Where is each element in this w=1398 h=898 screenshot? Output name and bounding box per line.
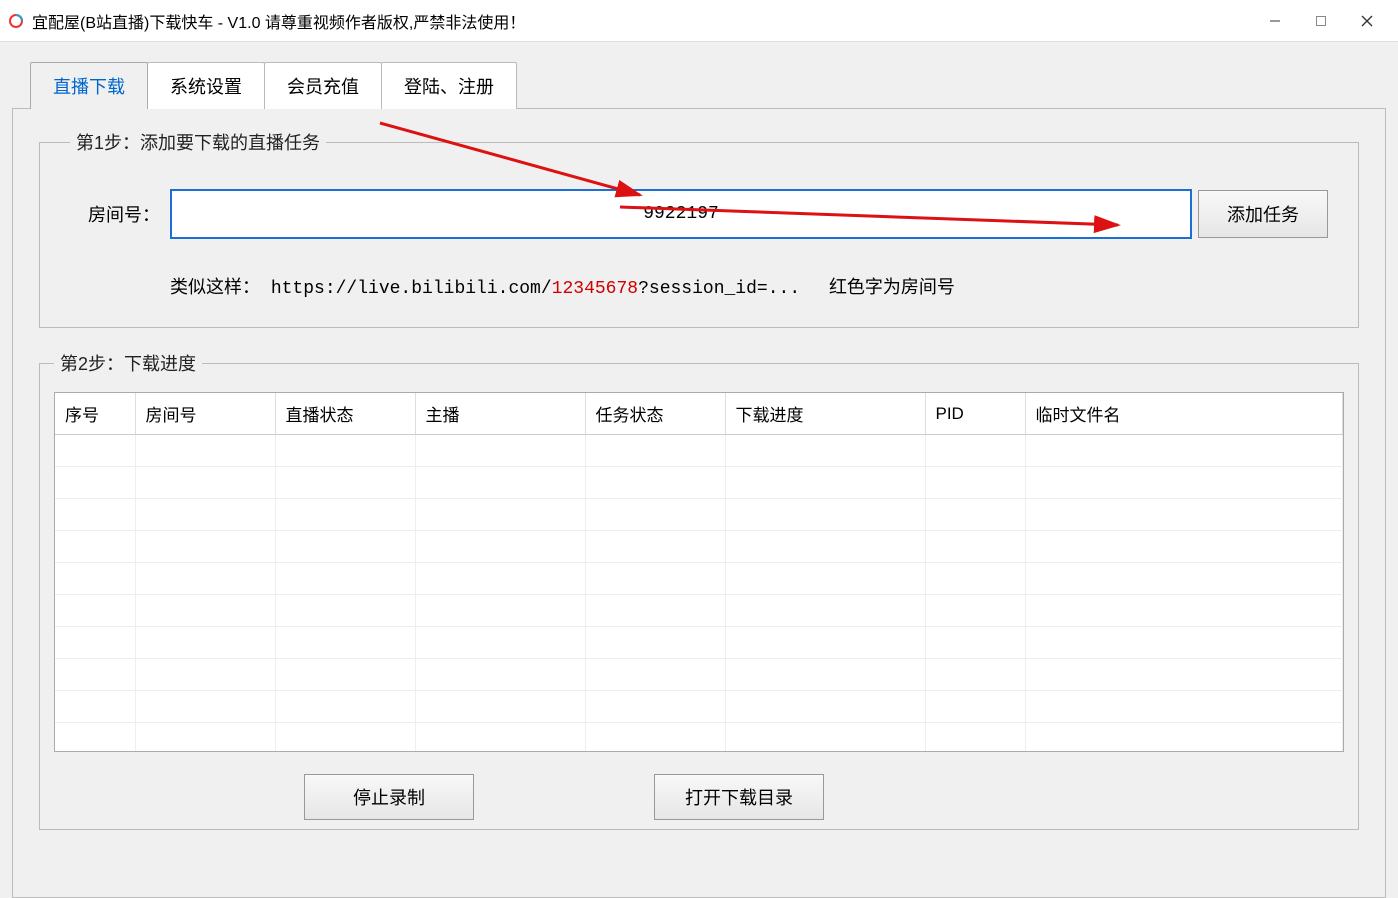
col-room[interactable]: 房间号 xyxy=(135,393,275,435)
table-row[interactable] xyxy=(55,531,1343,563)
table-row[interactable] xyxy=(55,563,1343,595)
tab-login[interactable]: 登陆、注册 xyxy=(381,62,517,109)
minimize-button[interactable] xyxy=(1252,6,1298,36)
maximize-button[interactable] xyxy=(1298,6,1344,36)
stop-record-button[interactable]: 停止录制 xyxy=(304,774,474,820)
add-task-button[interactable]: 添加任务 xyxy=(1198,190,1328,238)
table-row[interactable] xyxy=(55,723,1343,753)
step1-group: 第1步：添加要下载的直播任务 房间号： 添加任务 xyxy=(39,129,1359,328)
table-row[interactable] xyxy=(55,467,1343,499)
hint-url-suffix: ?session_id=... xyxy=(638,279,800,299)
room-id-label: 房间号： xyxy=(70,201,160,227)
titlebar: 宜配屋(B站直播)下载快车 - V1.0 请尊重视频作者版权,严禁非法使用！ xyxy=(0,0,1398,42)
table-row[interactable] xyxy=(55,659,1343,691)
close-button[interactable] xyxy=(1344,6,1390,36)
progress-table[interactable]: 序号 房间号 直播状态 主播 任务状态 下载进度 PID 临时文件名 xyxy=(54,392,1344,752)
tab-panel-download: 第1步：添加要下载的直播任务 房间号： 添加任务 xyxy=(12,108,1386,898)
step2-legend: 第2步：下载进度 xyxy=(54,350,202,376)
open-dir-button[interactable]: 打开下载目录 xyxy=(654,774,824,820)
tab-settings[interactable]: 系统设置 xyxy=(147,62,265,109)
hint-prefix: 类似这样： xyxy=(170,279,260,299)
hint-url-prefix: https://live.bilibili.com/ xyxy=(271,279,552,299)
room-id-input[interactable] xyxy=(170,189,1192,239)
table-row[interactable] xyxy=(55,627,1343,659)
step2-group: 第2步：下载进度 序号 房间号 直播状态 xyxy=(39,350,1359,830)
action-button-row: 停止录制 打开下载目录 xyxy=(304,774,1344,820)
col-pid[interactable]: PID xyxy=(925,393,1025,435)
table-header-row: 序号 房间号 直播状态 主播 任务状态 下载进度 PID 临时文件名 xyxy=(55,393,1343,435)
window-controls xyxy=(1252,6,1390,36)
content-area: 直播下载 系统设置 会员充值 登陆、注册 第1步：添加要下载的直播任务 房间号：… xyxy=(0,42,1398,896)
col-temp-file[interactable]: 临时文件名 xyxy=(1025,393,1343,435)
table-row[interactable] xyxy=(55,595,1343,627)
tab-recharge[interactable]: 会员充值 xyxy=(264,62,382,109)
tab-download[interactable]: 直播下载 xyxy=(30,62,148,109)
app-icon xyxy=(8,13,24,29)
col-progress[interactable]: 下载进度 xyxy=(725,393,925,435)
hint-text: 类似这样： https://live.bilibili.com/12345678… xyxy=(170,273,1328,299)
step1-legend: 第1步：添加要下载的直播任务 xyxy=(70,129,326,155)
col-index[interactable]: 序号 xyxy=(55,393,135,435)
col-streamer[interactable]: 主播 xyxy=(415,393,585,435)
table-row[interactable] xyxy=(55,691,1343,723)
window-title: 宜配屋(B站直播)下载快车 - V1.0 请尊重视频作者版权,严禁非法使用！ xyxy=(32,9,1252,33)
col-live-status[interactable]: 直播状态 xyxy=(275,393,415,435)
table-row[interactable] xyxy=(55,435,1343,467)
hint-note: 红色字为房间号 xyxy=(829,279,955,299)
tab-bar: 直播下载 系统设置 会员充值 登陆、注册 xyxy=(30,62,1386,109)
col-task-status[interactable]: 任务状态 xyxy=(585,393,725,435)
table-row[interactable] xyxy=(55,499,1343,531)
hint-room-example: 12345678 xyxy=(552,279,638,299)
